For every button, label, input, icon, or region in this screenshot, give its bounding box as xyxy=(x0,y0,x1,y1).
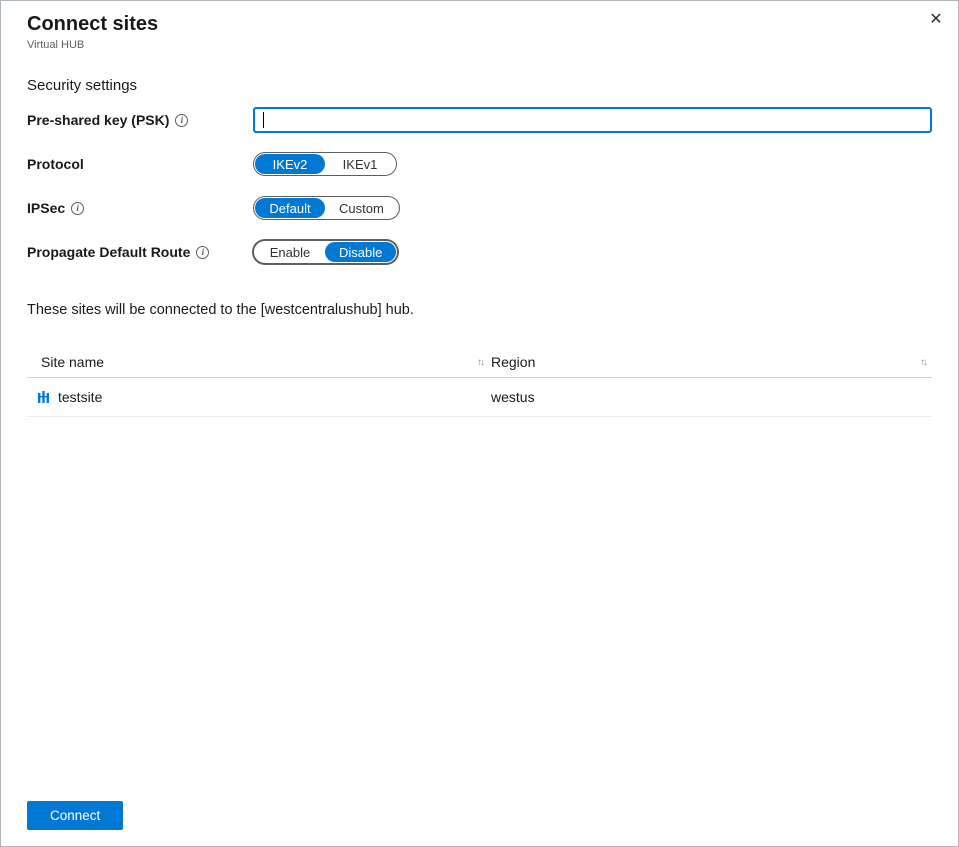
column-header-region[interactable]: Region ↑↓ xyxy=(491,347,932,377)
psk-label-group: Pre-shared key (PSK) i xyxy=(27,112,253,128)
protocol-option-ikev2[interactable]: IKEv2 xyxy=(255,154,325,174)
psk-info-icon[interactable]: i xyxy=(175,114,188,127)
protocol-toggle: IKEv2 IKEv1 xyxy=(253,152,397,176)
connect-sites-panel: ✕ Connect sites Virtual HUB Security set… xyxy=(0,0,959,847)
text-caret xyxy=(263,112,264,128)
page-subtitle: Virtual HUB xyxy=(27,39,932,51)
sort-icon[interactable]: ↑↓ xyxy=(920,357,926,368)
sort-icon[interactable]: ↑↓ xyxy=(477,357,483,368)
panel-footer: Connect xyxy=(1,801,958,846)
site-name-header-label: Site name xyxy=(41,354,104,370)
table-row[interactable]: testsite westus xyxy=(27,378,932,417)
connect-button[interactable]: Connect xyxy=(27,801,123,830)
site-name-cell: testsite xyxy=(27,378,491,416)
region-header-label: Region xyxy=(491,354,535,370)
psk-row: Pre-shared key (PSK) i xyxy=(27,107,932,133)
ipsec-option-default[interactable]: Default xyxy=(255,198,325,218)
column-header-site-name[interactable]: Site name ↑↓ xyxy=(27,347,491,377)
security-settings-heading: Security settings xyxy=(27,77,932,94)
panel-header: Connect sites Virtual HUB xyxy=(1,1,958,51)
propagate-info-icon[interactable]: i xyxy=(196,246,209,259)
site-icon xyxy=(37,390,51,404)
table-header-row: Site name ↑↓ Region ↑↓ xyxy=(27,347,932,378)
propagate-toggle: Enable Disable xyxy=(253,240,398,264)
site-name-value: testsite xyxy=(58,389,102,405)
protocol-label: Protocol xyxy=(27,156,84,172)
psk-input-wrap xyxy=(253,107,932,133)
page-title: Connect sites xyxy=(27,12,932,36)
region-cell: westus xyxy=(491,378,932,416)
hub-connection-message: These sites will be connected to the [we… xyxy=(27,302,932,318)
propagate-option-enable[interactable]: Enable xyxy=(255,242,325,262)
ipsec-info-icon[interactable]: i xyxy=(71,202,84,215)
sites-table: Site name ↑↓ Region ↑↓ xyxy=(27,347,932,417)
propagate-row: Propagate Default Route i Enable Disable xyxy=(27,239,932,265)
ipsec-toggle: Default Custom xyxy=(253,196,400,220)
protocol-row: Protocol IKEv2 IKEv1 xyxy=(27,151,932,177)
close-icon[interactable]: ✕ xyxy=(925,8,947,30)
psk-input[interactable] xyxy=(253,107,932,133)
region-value: westus xyxy=(491,389,535,405)
psk-label: Pre-shared key (PSK) xyxy=(27,112,169,128)
protocol-label-group: Protocol xyxy=(27,156,253,172)
ipsec-label-group: IPSec i xyxy=(27,200,253,216)
ipsec-label: IPSec xyxy=(27,200,65,216)
propagate-label: Propagate Default Route xyxy=(27,244,190,260)
propagate-label-group: Propagate Default Route i xyxy=(27,244,253,260)
ipsec-row: IPSec i Default Custom xyxy=(27,195,932,221)
ipsec-option-custom[interactable]: Custom xyxy=(325,198,398,218)
protocol-option-ikev1[interactable]: IKEv1 xyxy=(325,154,395,174)
propagate-option-disable[interactable]: Disable xyxy=(325,242,396,262)
